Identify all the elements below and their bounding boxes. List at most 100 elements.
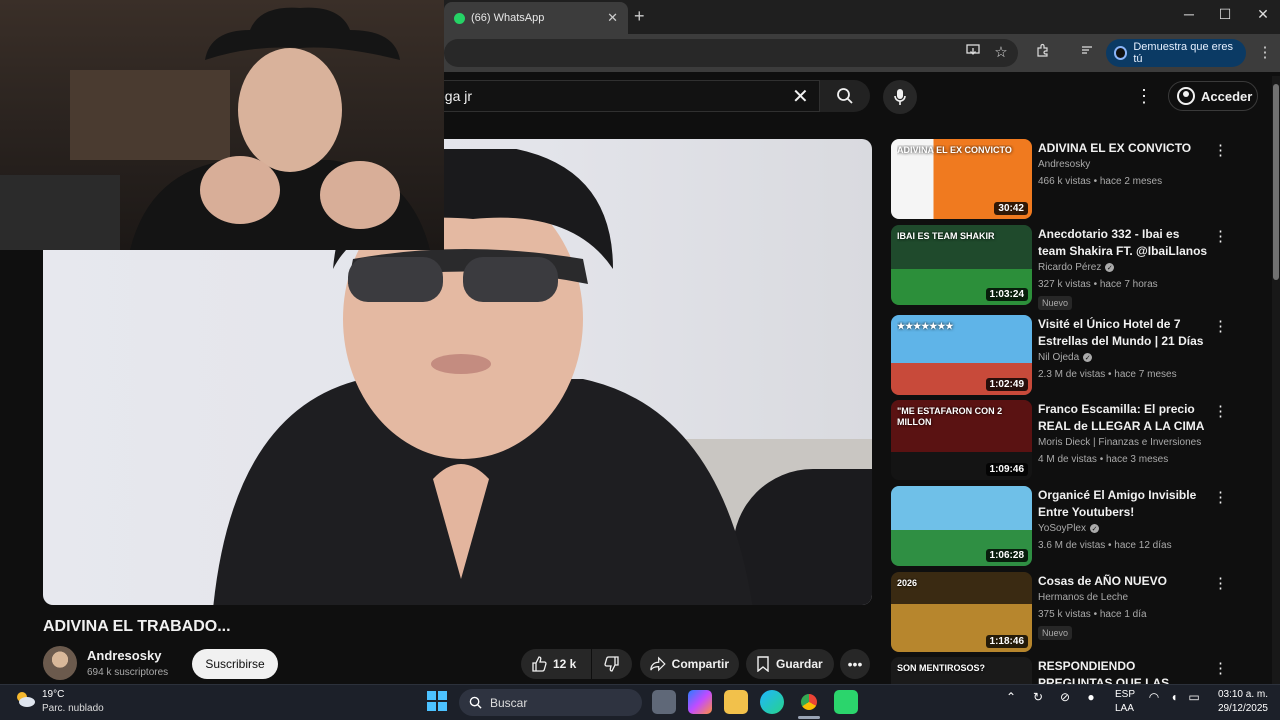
share-button[interactable]: Compartir bbox=[640, 649, 739, 679]
voice-search-button[interactable] bbox=[883, 80, 917, 114]
browser-menu-icon[interactable]: ⋮ bbox=[1254, 43, 1276, 61]
like-button[interactable]: 12 k bbox=[521, 649, 591, 679]
taskbar-date[interactable]: 29/12/2025 bbox=[1214, 703, 1268, 714]
dislike-button[interactable] bbox=[592, 649, 632, 679]
recommendation-title[interactable]: Franco Escamilla: El precio REAL de LLEG… bbox=[1038, 401, 1210, 435]
scrollbar-thumb[interactable] bbox=[1273, 84, 1279, 280]
bookmark-icon bbox=[757, 656, 769, 672]
recommendation-thumbnail[interactable]: ADIVINA EL EX CONVICTO 30:42 bbox=[891, 139, 1032, 219]
profile-verify-button[interactable]: Demuestra que eres tú bbox=[1106, 39, 1246, 67]
settings-kebab-icon[interactable]: ⋮ bbox=[1135, 86, 1153, 107]
recommendation-menu-icon[interactable]: ⋮ bbox=[1213, 488, 1228, 506]
recommendation-channel[interactable]: Ricardo Pérez ✓ bbox=[1038, 262, 1115, 273]
channel-label: Hermanos de Leche bbox=[1038, 592, 1129, 603]
recommendation-menu-icon[interactable]: ⋮ bbox=[1213, 659, 1228, 677]
recommendation-menu-icon[interactable]: ⋮ bbox=[1213, 574, 1228, 592]
verified-icon: ✓ bbox=[1090, 524, 1099, 533]
file-explorer-icon[interactable] bbox=[724, 690, 748, 714]
subscriber-count: 694 k suscriptores bbox=[87, 667, 169, 678]
extensions-icon[interactable] bbox=[1032, 43, 1054, 61]
whatsapp-icon bbox=[454, 12, 465, 24]
recommendation-title[interactable]: Anecdotario 332 - Ibai es team Shakira F… bbox=[1038, 226, 1210, 260]
share-icon bbox=[650, 656, 666, 672]
recommendation-title[interactable]: Organicé El Amigo Invisible Entre Youtub… bbox=[1038, 487, 1210, 521]
recommendation-item[interactable]: IBAI ES TEAM SHAKIR 1:03:24 Anecdotario 33… bbox=[891, 225, 1266, 310]
recommendation-channel[interactable]: Hermanos de Leche bbox=[1038, 592, 1128, 603]
recommendation-thumbnail[interactable]: SON MENTIROSOS? bbox=[891, 657, 1032, 684]
recommendation-menu-icon[interactable]: ⋮ bbox=[1213, 227, 1228, 245]
recommendation-channel[interactable]: Moris Dieck | Finanzas e Inversiones bbox=[1038, 437, 1201, 448]
clear-search-icon[interactable]: ✕ bbox=[792, 84, 809, 109]
channel-avatar[interactable] bbox=[43, 646, 77, 680]
recommendation-item[interactable]: ★★★★★★★ 1:02:49 Visité el Único Hotel de 7… bbox=[891, 315, 1266, 395]
tab-close-icon[interactable]: ✕ bbox=[607, 10, 618, 26]
recommendation-meta: 4 M de vistas • hace 3 meses bbox=[1038, 454, 1169, 465]
more-actions-button[interactable]: ••• bbox=[840, 649, 870, 679]
recommendation-menu-icon[interactable]: ⋮ bbox=[1213, 141, 1228, 159]
recommendation-item[interactable]: 1:06:28 Organicé El Amigo Invisible Entre… bbox=[891, 486, 1266, 566]
reading-list-icon[interactable] bbox=[1076, 43, 1098, 61]
account-icon bbox=[1177, 87, 1195, 105]
profile-icon bbox=[1114, 46, 1128, 60]
weather-description[interactable]: Parc. nublado bbox=[42, 703, 104, 714]
recommendation-thumbnail[interactable]: "ME ESTAFARON CON 2 MILLON 1:09:46 bbox=[891, 400, 1032, 480]
recommendation-title[interactable]: RESPONDIENDO PREGUNTAS QUE LAS MUJERES Q… bbox=[1038, 658, 1210, 684]
channel-name[interactable]: Andresosky bbox=[87, 648, 161, 663]
search-button[interactable] bbox=[820, 80, 870, 112]
whatsapp-taskbar-icon[interactable] bbox=[834, 690, 858, 714]
thumbnail-text: SON MENTIROSOS? bbox=[897, 663, 986, 673]
recommendation-title[interactable]: ADIVINA EL EX CONVICTO bbox=[1038, 140, 1210, 157]
task-view-icon[interactable] bbox=[652, 690, 676, 714]
sign-in-button[interactable]: Acceder bbox=[1168, 81, 1258, 111]
address-bar[interactable] bbox=[444, 39, 1018, 67]
share-label: Compartir bbox=[671, 657, 729, 671]
tray-overflow-icon[interactable]: ⌃ bbox=[1003, 690, 1019, 704]
recommendation-menu-icon[interactable]: ⋮ bbox=[1213, 402, 1228, 420]
taskbar-time[interactable]: 03:10 a. m. bbox=[1214, 689, 1268, 700]
search-icon bbox=[469, 696, 482, 709]
taskbar-search[interactable]: Buscar bbox=[459, 689, 642, 716]
recommendation-item[interactable]: ADIVINA EL EX CONVICTO 30:42 ADIVINA EL EX… bbox=[891, 139, 1266, 219]
thumbnail-text: ★★★★★★★ bbox=[897, 321, 954, 331]
recommendation-channel[interactable]: YoSoyPlex ✓ bbox=[1038, 523, 1099, 534]
camera-off-icon[interactable]: ⊘ bbox=[1057, 690, 1073, 704]
battery-icon[interactable]: ▭ bbox=[1186, 690, 1202, 704]
input-language-layout[interactable]: LAA bbox=[1115, 703, 1134, 714]
new-badge: Nuevo bbox=[1038, 296, 1073, 310]
windows-start-icon[interactable] bbox=[427, 691, 447, 711]
tab-whatsapp[interactable]: (66) WhatsApp ✕ bbox=[444, 2, 628, 34]
microphone-icon bbox=[894, 89, 906, 105]
recommendation-menu-icon[interactable]: ⋮ bbox=[1213, 317, 1228, 335]
sync-icon[interactable]: ↻ bbox=[1030, 690, 1046, 704]
edge-icon[interactable] bbox=[760, 690, 784, 714]
input-language-code[interactable]: ESP bbox=[1115, 689, 1135, 700]
wifi-icon[interactable]: ◠ bbox=[1146, 690, 1162, 704]
copilot-icon[interactable] bbox=[688, 690, 712, 714]
save-button[interactable]: Guardar bbox=[746, 649, 834, 679]
recommendation-thumbnail[interactable]: 1:06:28 bbox=[891, 486, 1032, 566]
recommendation-item[interactable]: "ME ESTAFARON CON 2 MILLON 1:09:46 Franco … bbox=[891, 400, 1266, 480]
maximize-button[interactable]: ☐ bbox=[1210, 6, 1240, 23]
recommendation-item[interactable]: SON MENTIROSOS? RESPONDIENDO PREGUNTAS QU… bbox=[891, 657, 1266, 684]
recommendation-thumbnail[interactable]: 2026 1:18:46 bbox=[891, 572, 1032, 652]
recommendation-title[interactable]: Cosas de AÑO NUEVO bbox=[1038, 573, 1210, 590]
recommendation-meta: 3.6 M de vistas • hace 12 días bbox=[1038, 540, 1172, 551]
recommendation-title[interactable]: Visité el Único Hotel de 7 Estrellas del… bbox=[1038, 316, 1210, 350]
volume-icon[interactable]: ◖ bbox=[1166, 690, 1182, 704]
close-window-button[interactable]: ✕ bbox=[1248, 6, 1278, 23]
recommendation-thumbnail[interactable]: ★★★★★★★ 1:02:49 bbox=[891, 315, 1032, 395]
recommendation-channel[interactable]: Nil Ojeda ✓ bbox=[1038, 352, 1093, 363]
recommendation-thumbnail[interactable]: IBAI ES TEAM SHAKIR 1:03:24 bbox=[891, 225, 1032, 305]
minimize-button[interactable]: ─ bbox=[1174, 6, 1204, 22]
new-tab-button[interactable]: + bbox=[634, 6, 645, 27]
recommendation-item[interactable]: 2026 1:18:46 Cosas de AÑO NUEVO Hermanos de… bbox=[891, 572, 1266, 652]
weather-temperature[interactable]: 19°C bbox=[42, 689, 64, 700]
mic-icon[interactable]: ● bbox=[1084, 690, 1098, 704]
bookmark-star-icon[interactable]: ☆ bbox=[990, 43, 1012, 61]
recommendation-channel[interactable]: Andresosky bbox=[1038, 159, 1090, 170]
install-app-icon[interactable] bbox=[962, 43, 984, 61]
subscribe-button[interactable]: Suscribirse bbox=[192, 649, 278, 679]
search-input[interactable]: ega jr bbox=[430, 80, 820, 112]
webcam-overlay bbox=[0, 0, 444, 250]
chrome-icon[interactable] bbox=[797, 690, 821, 714]
